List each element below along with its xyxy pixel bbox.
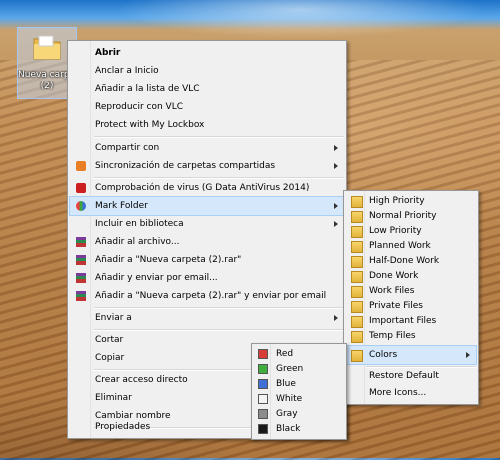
menu-item-label: Temp Files xyxy=(369,331,416,341)
menu-item-label: Protect with My Lockbox xyxy=(95,120,205,130)
winrar-icon xyxy=(76,273,86,283)
menu-item-incluir-biblioteca[interactable]: Incluir en biblioteca xyxy=(70,215,344,233)
menu-item-anadir-rar[interactable]: Añadir a "Nueva carpeta (2).rar" xyxy=(70,251,344,269)
temp-files-folder-icon xyxy=(351,331,363,343)
menu-item-label: Enviar a xyxy=(95,313,132,323)
menu-item-label: Black xyxy=(276,424,301,434)
submenu-arrow-icon xyxy=(334,221,338,227)
menu-item-sincronizacion[interactable]: Sincronización de carpetas compartidas xyxy=(70,157,344,175)
menu-item-label: Eliminar xyxy=(95,393,132,403)
colors-submenu: Red Green Blue White Gray Black xyxy=(251,343,347,440)
menu-item-label: Copiar xyxy=(95,353,125,363)
menu-item-label: Incluir en biblioteca xyxy=(95,219,184,229)
menu-item-label: Cortar xyxy=(95,335,124,345)
menu-item-label: Compartir con xyxy=(95,143,160,153)
menu-item-label: Colors xyxy=(369,350,398,360)
submenu-arrow-icon xyxy=(466,352,470,358)
folder-icon xyxy=(33,35,61,60)
menu-item-colors[interactable]: Colors xyxy=(345,345,477,365)
menu-item-anadir-vlc[interactable]: Añadir a la lista de VLC xyxy=(70,80,344,98)
menu-item-label: Reproducir con VLC xyxy=(95,102,184,112)
menu-item-label: Añadir a "Nueva carpeta (2).rar" xyxy=(95,255,242,265)
menu-item-label: Comprobación de virus (G Data AntiVirus … xyxy=(95,183,310,193)
menu-item-more-icons[interactable]: More Icons... xyxy=(346,384,476,402)
submenu-arrow-icon xyxy=(334,315,338,321)
menu-item-label: Sincronización de carpetas compartidas xyxy=(95,161,276,171)
menu-item-label: Añadir al archivo... xyxy=(95,237,180,247)
menu-item-label: Añadir y enviar por email... xyxy=(95,273,218,283)
menu-item-enviar-a[interactable]: Enviar a xyxy=(70,309,344,327)
menu-separator xyxy=(94,136,344,138)
menu-item-protect-lockbox[interactable]: Protect with My Lockbox xyxy=(70,116,344,134)
black-folder-icon xyxy=(258,424,268,434)
menu-item-label: Añadir a "Nueva carpeta (2).rar" y envia… xyxy=(95,291,327,301)
menu-item-comprobacion-virus[interactable]: Comprobación de virus (G Data AntiVirus … xyxy=(70,179,344,197)
menu-item-anadir-rar-email[interactable]: Añadir a "Nueva carpeta (2).rar" y envia… xyxy=(70,287,344,305)
gray-folder-icon xyxy=(258,409,268,419)
submenu-arrow-icon xyxy=(334,145,338,151)
winrar-icon xyxy=(76,291,86,301)
menu-item-anadir-archivo[interactable]: Añadir al archivo... xyxy=(70,233,344,251)
submenu-arrow-icon xyxy=(334,203,338,209)
menu-item-label: Propiedades xyxy=(95,422,151,432)
blue-folder-icon xyxy=(258,379,268,389)
menu-item-compartir-con[interactable]: Compartir con xyxy=(70,139,344,157)
menu-item-label: Mark Folder xyxy=(95,201,148,211)
mark-folder-icon xyxy=(76,201,86,211)
menu-item-label: Restore Default xyxy=(369,371,439,381)
menu-item-abrir[interactable]: Abrir xyxy=(70,44,344,62)
menu-item-mark-folder[interactable]: Mark Folder xyxy=(69,196,345,216)
white-folder-icon xyxy=(258,394,268,404)
submenu-arrow-icon xyxy=(334,163,338,169)
winrar-icon xyxy=(76,237,86,247)
g-data-shield-icon xyxy=(76,183,86,193)
menu-item-reproducir-vlc[interactable]: Reproducir con VLC xyxy=(70,98,344,116)
menu-item-restore-default[interactable]: Restore Default xyxy=(346,367,476,385)
menu-item-label: Anclar a Inicio xyxy=(95,66,159,76)
winrar-icon xyxy=(76,255,86,265)
menu-item-black[interactable]: Black xyxy=(254,420,344,438)
colors-folder-icon xyxy=(351,350,363,362)
sync-icon xyxy=(76,161,86,171)
menu-item-label: Añadir a la lista de VLC xyxy=(95,84,200,94)
menu-item-anadir-email[interactable]: Añadir y enviar por email... xyxy=(70,269,344,287)
menu-item-temp-files[interactable]: Temp Files xyxy=(346,327,476,345)
mark-folder-submenu: High Priority Normal Priority Low Priori… xyxy=(343,190,479,405)
menu-item-anclar-inicio[interactable]: Anclar a Inicio xyxy=(70,62,344,80)
menu-item-label: More Icons... xyxy=(369,388,427,398)
menu-item-label: Crear acceso directo xyxy=(95,375,188,385)
menu-item-label: Abrir xyxy=(95,48,121,58)
red-folder-icon xyxy=(258,349,268,359)
green-folder-icon xyxy=(258,364,268,374)
